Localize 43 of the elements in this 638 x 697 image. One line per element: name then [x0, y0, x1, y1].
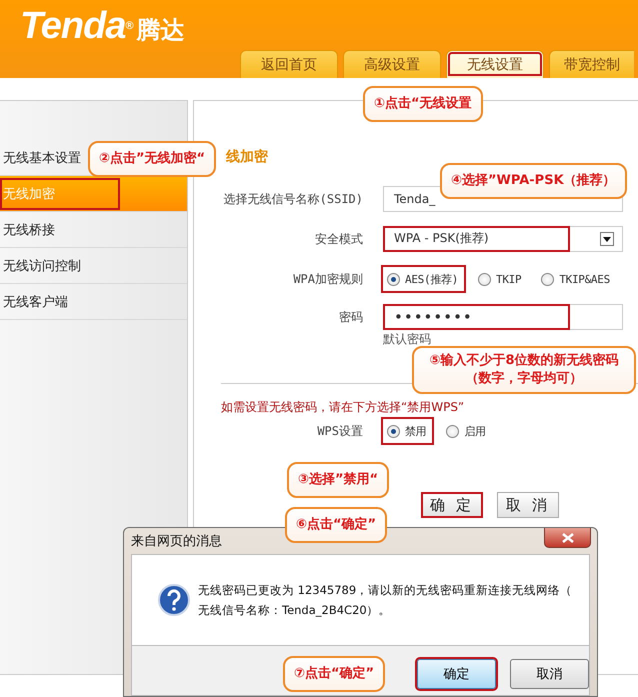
radio-option[interactable]: TKIP — [472, 265, 530, 293]
callout-tooltip: ①点击“无线设置 — [363, 86, 483, 122]
field-label: WPS设置 — [316, 422, 363, 440]
cancel-button[interactable]: 取消 — [510, 659, 589, 689]
ok-button[interactable]: 确 定 — [421, 492, 483, 518]
callout-tooltip: ②点击”无线加密“ — [88, 141, 216, 177]
ok-button[interactable]: 确定 — [417, 659, 496, 689]
nav-tab[interactable]: 带宽控制 — [549, 50, 634, 78]
radio-option[interactable]: TKIP&AES — [535, 265, 618, 293]
highlight-box: 无线加密 — [0, 178, 120, 210]
sidebar-item[interactable]: 无线桥接 — [0, 212, 187, 248]
sidebar-item[interactable]: 无线客户端 — [0, 284, 187, 320]
dialog-message: 无线信号名称：Tenda_2B4C20）。 — [198, 602, 391, 619]
callout-tooltip: ⑦点击“确定” — [283, 656, 386, 692]
question-icon — [158, 584, 190, 616]
notice-text: 如需设置无线密码，请在下方选择“禁用WPS” — [221, 399, 466, 416]
nav-tab[interactable]: 高级设置 — [343, 50, 441, 78]
security-mode-select[interactable]: WPA - PSK(推荐) — [383, 226, 623, 252]
sidebar-item[interactable]: 无线访问控制 — [0, 248, 187, 284]
hint-text: 默认密码 — [383, 332, 432, 346]
callout-tooltip: ⑥点击“确定” — [285, 507, 388, 543]
field-label: WPA加密规则 — [292, 270, 363, 288]
callout-tooltip: ⑤输入不少于8位数的新无线密码（数字，字母均可） — [412, 346, 636, 394]
field-label: 选择无线信号名称(SSID) — [222, 190, 363, 208]
cancel-button[interactable]: 取 消 — [497, 492, 559, 518]
highlight-box: •••••••• — [383, 304, 570, 330]
password-field[interactable]: •••••••• — [383, 304, 623, 330]
brand-logo: Tenda$^{®}$ — [20, 6, 133, 46]
radio-option[interactable]: 启用 — [440, 417, 494, 445]
callout-tooltip: ④选择”WPA-PSK（推荐） — [440, 163, 627, 199]
nav-tab[interactable]: 无线设置 — [446, 50, 544, 78]
dialog-message: 无线密码已更改为 12345789，请以新的无线密码重新连接无线网络（ — [198, 582, 572, 599]
section-title: 线加密 — [226, 148, 269, 167]
close-icon[interactable] — [544, 528, 591, 548]
brand-name: 腾达 — [136, 15, 185, 46]
highlight-box: WPA - PSK(推荐) — [383, 226, 570, 252]
radio-option[interactable]: AES(推荐) — [381, 265, 466, 293]
field-label: 密码 — [338, 308, 363, 326]
nav-tab[interactable]: 返回首页 — [240, 50, 338, 78]
radio-option[interactable]: 禁用 — [381, 417, 434, 445]
dialog-title: 来自网页的消息 — [131, 533, 222, 550]
callout-tooltip: ③选择”禁用“ — [287, 462, 390, 498]
field-label: 安全模式 — [314, 230, 363, 248]
